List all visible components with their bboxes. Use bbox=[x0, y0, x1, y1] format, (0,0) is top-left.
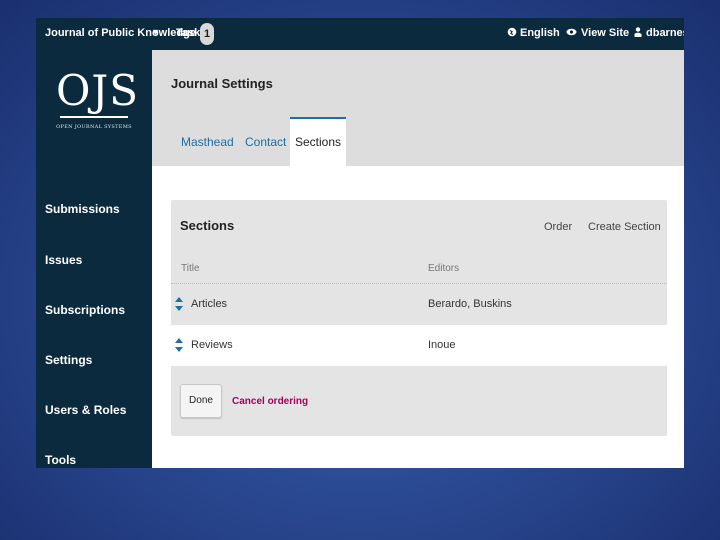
language-switcher[interactable]: English bbox=[520, 27, 560, 39]
panel-title: Sections bbox=[180, 218, 235, 233]
caret-down-icon[interactable]: ▼ bbox=[151, 27, 160, 37]
drag-handle-icon[interactable] bbox=[174, 338, 184, 352]
done-button[interactable]: Done bbox=[180, 384, 222, 418]
journal-switcher[interactable]: Journal of Public Knowledge bbox=[45, 27, 196, 39]
page-header: Journal Settings Masthead Contact Sectio… bbox=[152, 50, 684, 168]
logo-tagline: OPEN JOURNAL SYSTEMS bbox=[56, 124, 132, 130]
sections-panel: Sections Order Create Section Title Edit… bbox=[171, 200, 667, 436]
top-navigation-bar: Journal of Public Knowledge ▼ Tasks 1 En… bbox=[36, 18, 684, 50]
order-button[interactable]: Order bbox=[544, 221, 572, 233]
user-icon[interactable] bbox=[634, 27, 642, 40]
tab-masthead[interactable]: Masthead bbox=[181, 135, 234, 149]
tab-sections[interactable]: Sections bbox=[290, 117, 346, 168]
sidebar: OJS OPEN JOURNAL SYSTEMS Submissions Iss… bbox=[36, 50, 152, 468]
drag-handle-icon[interactable] bbox=[174, 297, 184, 311]
create-section-button[interactable]: Create Section bbox=[588, 221, 661, 233]
section-editors: Inoue bbox=[428, 339, 456, 351]
sidebar-item-tools[interactable]: Tools bbox=[45, 453, 76, 467]
page-title: Journal Settings bbox=[171, 76, 273, 91]
section-title: Articles bbox=[191, 298, 228, 310]
tab-contact[interactable]: Contact bbox=[245, 135, 286, 149]
user-menu[interactable]: dbarnes bbox=[646, 27, 684, 39]
globe-icon[interactable] bbox=[507, 27, 517, 40]
cancel-ordering-link[interactable]: Cancel ordering bbox=[232, 396, 308, 407]
column-header-editors[interactable]: Editors bbox=[428, 263, 459, 274]
sidebar-item-settings[interactable]: Settings bbox=[45, 353, 92, 367]
sidebar-item-submissions[interactable]: Submissions bbox=[45, 202, 120, 216]
logo-rule bbox=[60, 116, 128, 118]
sidebar-item-users-roles[interactable]: Users & Roles bbox=[45, 403, 126, 417]
ojs-logo[interactable]: OJS OPEN JOURNAL SYSTEMS bbox=[56, 66, 140, 131]
tasks-count-badge[interactable]: 1 bbox=[200, 23, 214, 45]
table-row[interactable]: Articles Berardo, Buskins bbox=[171, 283, 667, 326]
table-row[interactable]: Reviews Inoue bbox=[171, 325, 667, 366]
section-editors: Berardo, Buskins bbox=[428, 298, 512, 310]
column-header-title[interactable]: Title bbox=[181, 263, 200, 274]
section-title: Reviews bbox=[191, 339, 233, 351]
eye-icon[interactable] bbox=[566, 27, 577, 40]
app-window: Journal of Public Knowledge ▼ Tasks 1 En… bbox=[36, 18, 684, 468]
logo-wordmark: OJS bbox=[56, 66, 140, 115]
sidebar-item-subscriptions[interactable]: Subscriptions bbox=[45, 303, 125, 317]
sidebar-item-issues[interactable]: Issues bbox=[45, 253, 82, 267]
view-site-link[interactable]: View Site bbox=[581, 27, 629, 39]
